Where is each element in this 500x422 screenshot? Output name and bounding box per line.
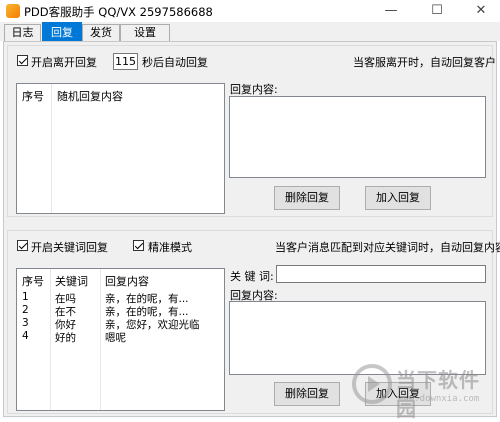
away-content-textarea[interactable] — [229, 96, 486, 178]
column-header-no[interactable]: 序号 — [22, 273, 44, 289]
keyword-reply-list[interactable]: 序号 关键词 回复内容 1 在吗 亲，在的呢，有... 2 在不 亲，在的呢，有… — [16, 268, 225, 411]
exact-mode-label: 精准模式 — [148, 241, 192, 254]
away-seconds-input[interactable]: 115 — [113, 53, 138, 70]
away-reply-list[interactable]: 序号 随机回复内容 — [16, 83, 225, 214]
away-reply-label: 开启离开回复 — [31, 56, 97, 69]
away-reply-checkbox[interactable] — [17, 55, 28, 66]
column-header-keyword[interactable]: 关键词 — [55, 273, 88, 289]
away-list-header: 序号 随机回复内容 — [17, 84, 224, 104]
keyword-delete-button[interactable]: 删除回复 — [274, 382, 340, 406]
away-seconds-suffix: 秒后自动回复 — [142, 56, 208, 69]
app-icon — [6, 4, 20, 18]
row-keyword: 好的 — [55, 332, 76, 344]
row-reply: 嗯呢 — [105, 332, 126, 344]
keyword-input[interactable] — [276, 265, 486, 283]
tab-shipping[interactable]: 发货 — [82, 24, 120, 41]
keyword-reply-checkbox[interactable] — [17, 240, 28, 251]
close-button[interactable]: ✕ — [466, 0, 496, 22]
watermark: 当下软件园 www.downxia.com — [352, 362, 492, 421]
window-title: PDD客服助手 QQ/VX 2597586688 — [24, 5, 213, 19]
keyword-hint: 当客户消息匹配到对应关键词时，自动回复内容 — [275, 241, 500, 254]
column-header-reply[interactable]: 回复内容 — [105, 273, 149, 289]
title-bar: PDD客服助手 QQ/VX 2597586688 — ☐ ✕ — [0, 0, 500, 22]
table-row[interactable]: 3 你好 亲，您好，欢迎光临 — [17, 317, 224, 331]
column-header-random-reply[interactable]: 随机回复内容 — [57, 88, 123, 104]
tab-log[interactable]: 日志 — [4, 24, 41, 41]
table-row[interactable]: 2 在不 亲，在的呢，有... — [17, 304, 224, 318]
keyword-reply-label: 开启关键词回复 — [31, 241, 108, 254]
row-no: 3 — [22, 317, 29, 329]
tab-strip: 日志 回复 发货 设置 — [0, 22, 500, 41]
column-divider — [51, 84, 52, 213]
watermark-text: 当下软件园 — [396, 368, 480, 421]
tab-settings[interactable]: 设置 — [120, 24, 170, 41]
away-content-label: 回复内容: — [230, 83, 278, 96]
row-no: 4 — [22, 330, 29, 342]
keyword-label: 关 键 词: — [230, 270, 274, 283]
watermark-logo-icon — [352, 364, 392, 404]
minimize-button[interactable]: — — [376, 0, 406, 22]
away-add-button[interactable]: 加入回复 — [365, 186, 431, 210]
row-no: 1 — [22, 291, 29, 303]
table-row[interactable]: 1 在吗 亲，在的呢，有... — [17, 291, 224, 305]
watermark-url: www.downxia.com — [398, 394, 480, 404]
away-reply-panel: 开启离开回复 115 秒后自动回复 当客服离开时，自动回复客户 序号 随机回复内… — [7, 45, 496, 217]
away-hint: 当客服离开时，自动回复客户 — [353, 56, 496, 69]
away-delete-button[interactable]: 删除回复 — [274, 186, 340, 210]
tab-content: 开启离开回复 115 秒后自动回复 当客服离开时，自动回复客户 序号 随机回复内… — [3, 41, 500, 417]
row-no: 2 — [22, 304, 29, 316]
table-row[interactable]: 4 好的 嗯呢 — [17, 330, 224, 344]
tab-reply[interactable]: 回复 — [42, 22, 82, 41]
column-header-no[interactable]: 序号 — [22, 88, 44, 104]
exact-mode-checkbox[interactable] — [133, 240, 144, 251]
keyword-list-header: 序号 关键词 回复内容 — [17, 269, 224, 289]
maximize-button[interactable]: ☐ — [422, 0, 452, 22]
